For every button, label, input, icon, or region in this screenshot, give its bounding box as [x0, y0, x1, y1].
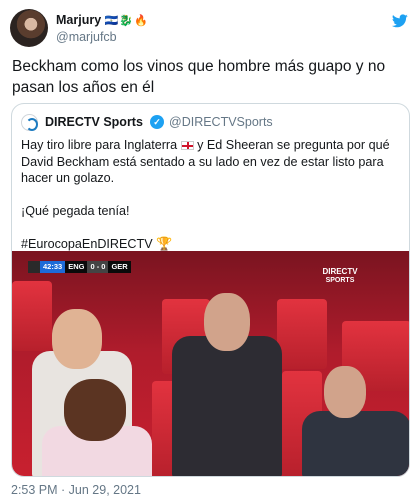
- quoted-tweet-text: Hay tiro libre para Inglaterra y Ed Shee…: [21, 137, 403, 253]
- author-name-emoji: 🇸🇻🐉🔥: [104, 15, 149, 27]
- stadium-seat: [12, 281, 52, 351]
- away-team: GER: [108, 261, 131, 273]
- match-clock: 42:33: [40, 261, 66, 273]
- quoted-author-name[interactable]: DIRECTV Sports: [45, 115, 143, 129]
- match-scoreboard: 42:33 ENG 0 - 0 GER: [28, 261, 131, 273]
- tournament-logo-icon: [28, 261, 40, 273]
- quoted-video-thumbnail[interactable]: 42:33 ENG 0 - 0 GER DIRECTV SPORTS: [12, 251, 409, 476]
- quoted-tweet-card[interactable]: DIRECTV Sports ✓ @DIRECTVSports Hay tiro…: [11, 103, 410, 477]
- tweet-text: Beckham como los vinos que hombre más gu…: [12, 58, 386, 96]
- author-name-text: Marjury: [56, 13, 102, 27]
- quoted-author-handle[interactable]: @DIRECTVSports: [169, 115, 273, 129]
- author-avatar[interactable]: [10, 9, 48, 47]
- author-name[interactable]: Marjury 🇸🇻🐉🔥: [56, 13, 149, 27]
- twitter-bird-icon[interactable]: [392, 14, 408, 28]
- tweet-timestamp[interactable]: 2:53 PM · Jun 29, 2021: [11, 483, 141, 497]
- spectator-suit: [172, 336, 282, 476]
- tweet-header: Marjury 🇸🇻🐉🔥 @marjufcb: [10, 8, 410, 48]
- spectator-suit: [302, 411, 409, 476]
- england-flag-icon: [180, 141, 194, 150]
- author-handle[interactable]: @marjufcb: [56, 30, 117, 44]
- spectator-hair: [64, 379, 126, 441]
- spectator-head: [52, 309, 102, 369]
- directv-sports-watermark: DIRECTV SPORTS: [309, 267, 371, 285]
- home-team: ENG: [65, 261, 88, 273]
- hashtag-link[interactable]: #EurocopaEnDIRECTV: [21, 237, 153, 251]
- match-score: 0 - 0: [87, 261, 109, 273]
- quoted-text-paragraph-1: Hay tiro libre para Inglaterra y Ed Shee…: [21, 137, 403, 187]
- brand-line2: SPORTS: [325, 277, 355, 284]
- quoted-text-paragraph-2: ¡Qué pegada tenía!: [21, 204, 130, 218]
- spectator-head: [324, 366, 366, 418]
- verified-badge-icon: ✓: [150, 115, 164, 129]
- stadium-seat: [277, 299, 327, 369]
- quoted-text-line1a: Hay tiro libre para Inglaterra: [21, 138, 178, 152]
- quoted-tweet-header: DIRECTV Sports ✓ @DIRECTVSports: [21, 112, 401, 132]
- directv-logo-avatar[interactable]: [21, 114, 38, 131]
- brand-line1: DIRECTV: [322, 267, 358, 276]
- spectator-head: [204, 293, 250, 351]
